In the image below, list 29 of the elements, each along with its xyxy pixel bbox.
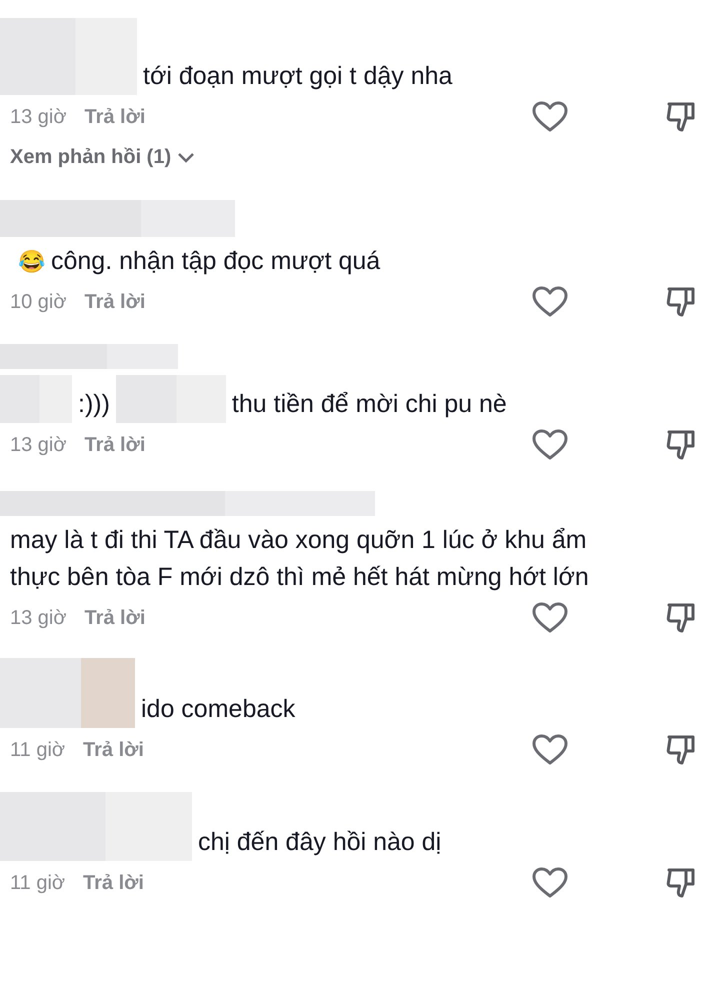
comment-time: 13 giờ [10,434,66,456]
comment-text: tới đoạn mượt gọi t dậy nha [143,61,452,92]
view-replies-link[interactable]: Xem phản hồi (1) [0,145,202,170]
heart-icon[interactable] [532,101,568,133]
heart-icon[interactable] [532,867,568,899]
comment-text: may là t đi thi TA đầu vào xong quỡn 1 lúc ở khu ẩm thực bên tòa F mới dzô thì mẻ hết hát mừng hớt lớn [10,525,590,593]
reply-link[interactable]: Trả lời [83,738,144,762]
blurred-area [0,375,72,423]
comment-text: :))) [78,389,110,420]
reply-link[interactable]: Trả lời [83,872,144,894]
comment-time: 13 giờ [10,106,66,128]
emoji: 😂 [17,248,45,276]
reply-link[interactable]: Trả lời [84,434,146,456]
comment-time: 11 giờ [10,872,65,894]
comment-time: 10 giờ [10,290,66,314]
comment-text: chị đến đây hồi nào dị [198,827,442,858]
heart-icon[interactable] [532,429,568,461]
heart-icon[interactable] [532,734,568,766]
reply-link[interactable]: Trả lời [84,106,146,128]
reply-link[interactable]: Trả lời [84,290,146,314]
heart-icon[interactable] [532,286,568,318]
comment-text: thu tiền để mời chi pu nè [232,389,507,420]
comment-time: 13 giờ [10,606,66,630]
heart-icon[interactable] [532,602,568,634]
comment-time: 11 giờ [10,738,65,762]
reply-link[interactable]: Trả lời [84,606,146,630]
chevron-down-icon [177,152,196,164]
comment-text: công. nhận tập đọc mượt quá [51,246,380,277]
comment-text: ido comeback [141,694,296,725]
